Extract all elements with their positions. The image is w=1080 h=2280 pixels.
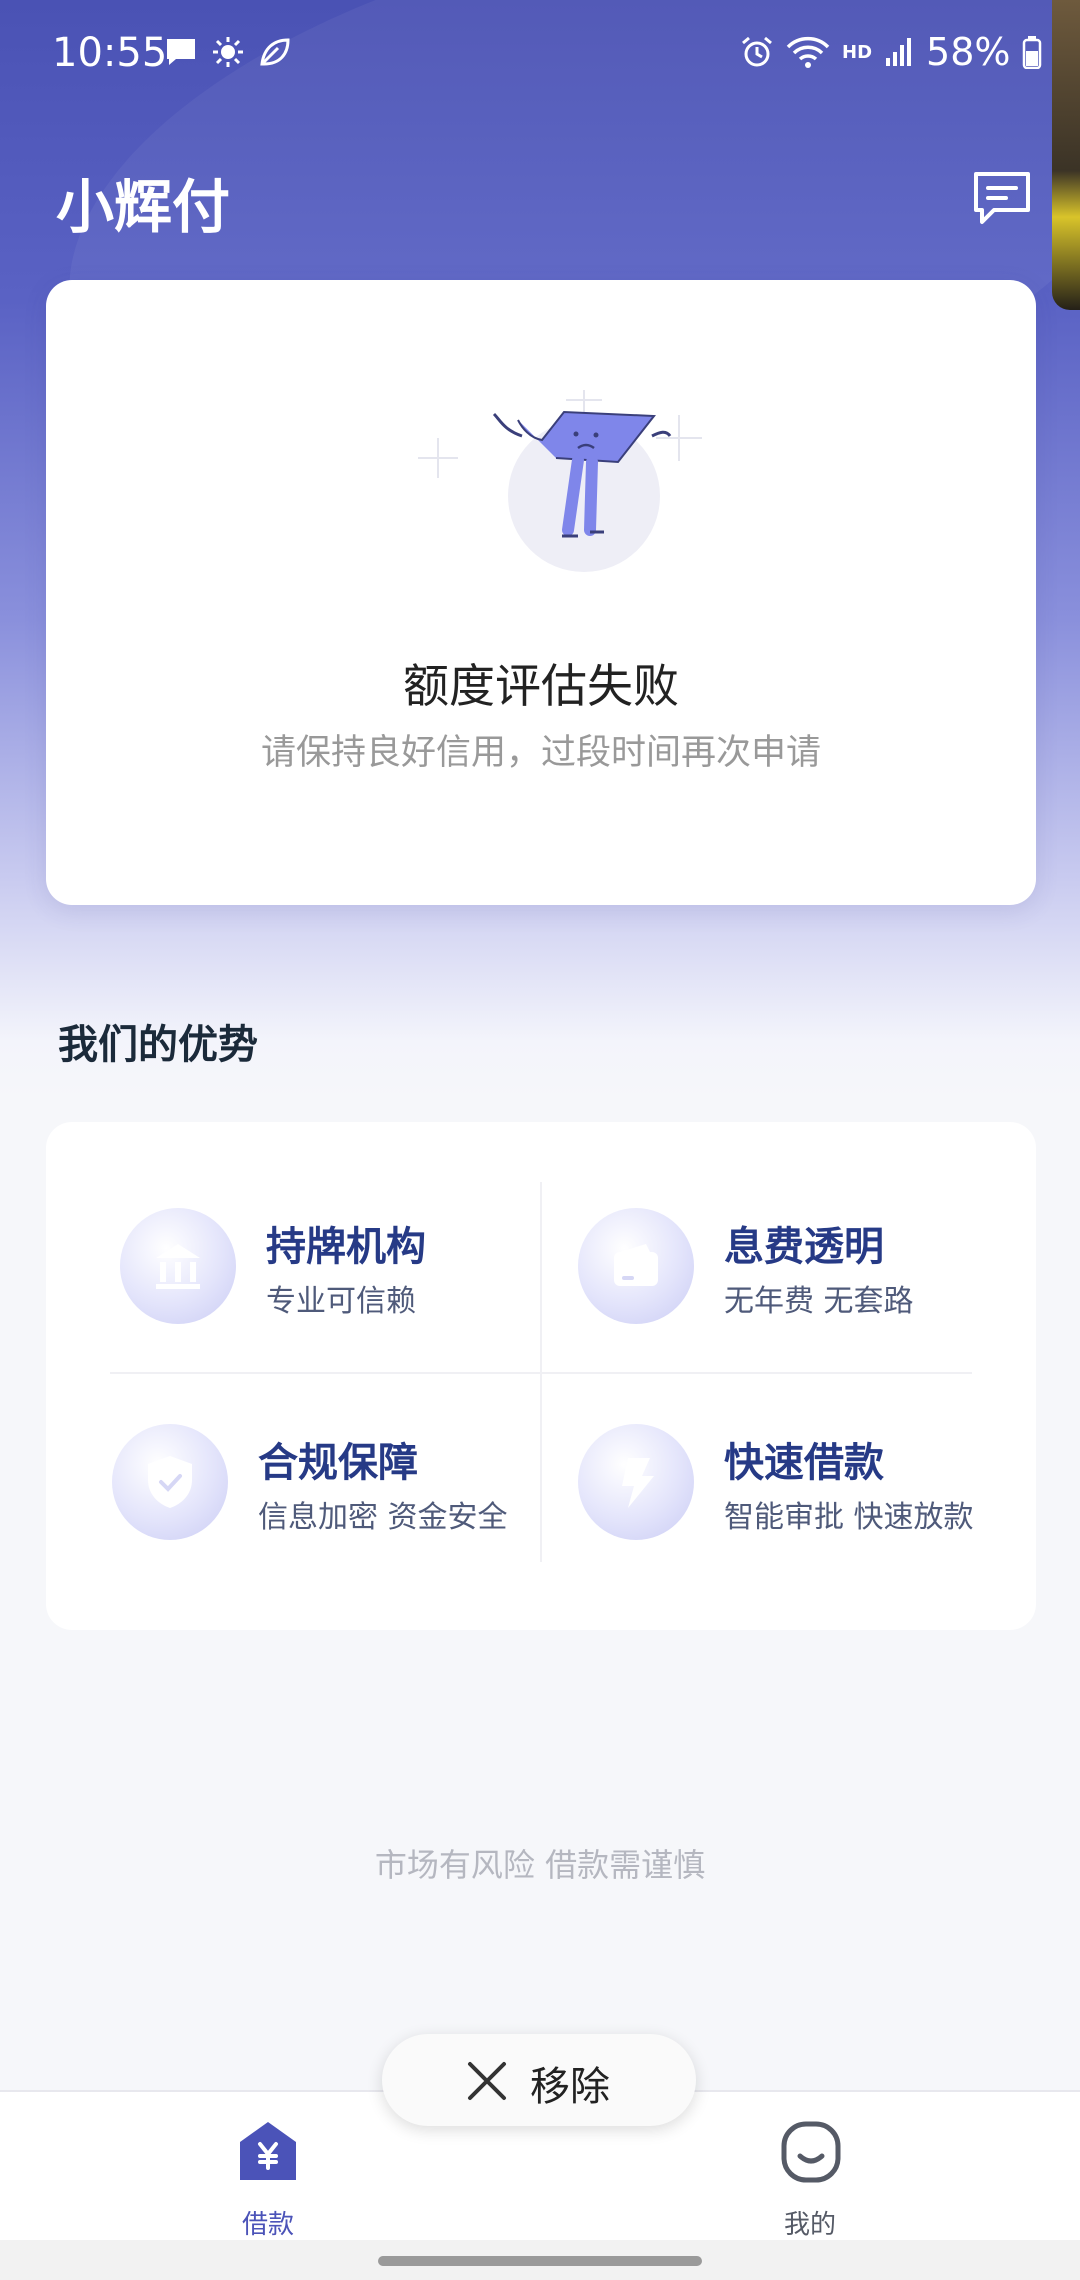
remove-label: 移除 bbox=[530, 2064, 610, 2110]
tab-mine[interactable]: 我的 bbox=[730, 2112, 890, 2240]
smile-face-icon bbox=[781, 2121, 841, 2183]
remove-toast-button[interactable]: 移除 bbox=[382, 2034, 696, 2126]
shield-icon bbox=[112, 1424, 228, 1540]
brightness-icon bbox=[213, 37, 243, 67]
advantage-title: 持牌机构 bbox=[266, 1224, 426, 1270]
result-title: 额度评估失败 bbox=[403, 659, 679, 713]
battery-percent: 58% bbox=[926, 30, 1011, 74]
home-gesture-handle[interactable] bbox=[378, 2256, 702, 2266]
advantage-subtitle: 信息加密 资金安全 bbox=[258, 1500, 508, 1535]
bank-icon bbox=[120, 1208, 236, 1324]
tab-label: 我的 bbox=[783, 2210, 836, 2240]
notification-icons bbox=[164, 36, 292, 68]
advantage-fast-loan: 快速借款 智能审批 快速放款 bbox=[578, 1424, 1018, 1574]
wallet-icon bbox=[578, 1208, 694, 1324]
signal-icon bbox=[886, 38, 912, 66]
advantage-subtitle: 智能审批 快速放款 bbox=[724, 1500, 974, 1535]
advantage-title: 息费透明 bbox=[724, 1224, 884, 1270]
sad-character-illustration bbox=[418, 390, 702, 572]
side-photo-edge bbox=[1052, 0, 1080, 310]
yen-tag-icon bbox=[240, 2122, 296, 2180]
result-subtitle: 请保持良好信用，过段时间再次申请 bbox=[260, 733, 821, 773]
leaf-icon bbox=[260, 38, 290, 66]
battery-icon bbox=[1023, 36, 1042, 69]
tab-loan[interactable]: 借款 bbox=[188, 2112, 348, 2240]
credit-result-card: 额度评估失败 请保持良好信用，过段时间再次申请 bbox=[46, 280, 1036, 905]
hd-indicator: HD bbox=[842, 41, 873, 63]
lightning-icon bbox=[578, 1424, 694, 1540]
app-header: 小辉付 bbox=[0, 150, 1052, 260]
app-title: 小辉付 bbox=[56, 173, 231, 241]
status-bar: 10:55 HD 58% bbox=[0, 0, 1052, 110]
advantage-title: 合规保障 bbox=[258, 1440, 418, 1486]
tab-label: 借款 bbox=[241, 2210, 294, 2240]
close-icon bbox=[468, 2062, 506, 2100]
message-icon bbox=[974, 172, 1030, 224]
advantages-card: 持牌机构 专业可信赖 息费透明 无年费 无套路 合规保障 信息加密 资金安全 快… bbox=[46, 1122, 1036, 1630]
advantage-compliance: 合规保障 信息加密 资金安全 bbox=[112, 1424, 552, 1574]
system-status-icons: HD 58% bbox=[740, 30, 1042, 74]
status-time: 10:55 bbox=[52, 30, 168, 76]
alarm-icon bbox=[742, 36, 772, 67]
advantage-subtitle: 无年费 无套路 bbox=[724, 1284, 914, 1319]
advantage-licensed: 持牌机构 专业可信赖 bbox=[120, 1208, 560, 1358]
advantage-title: 快速借款 bbox=[724, 1440, 884, 1486]
chat-notification-icon bbox=[167, 39, 195, 65]
risk-notice: 市场有风险 借款需谨慎 bbox=[374, 1846, 706, 1884]
advantage-subtitle: 专业可信赖 bbox=[266, 1284, 416, 1319]
message-button[interactable] bbox=[970, 168, 1034, 228]
advantage-transparent-fees: 息费透明 无年费 无套路 bbox=[578, 1208, 1018, 1358]
wifi-icon bbox=[786, 36, 830, 68]
divider-horizontal bbox=[110, 1372, 972, 1374]
advantages-title: 我们的优势 bbox=[58, 1022, 258, 1068]
system-navigation-bar bbox=[0, 2240, 1080, 2280]
